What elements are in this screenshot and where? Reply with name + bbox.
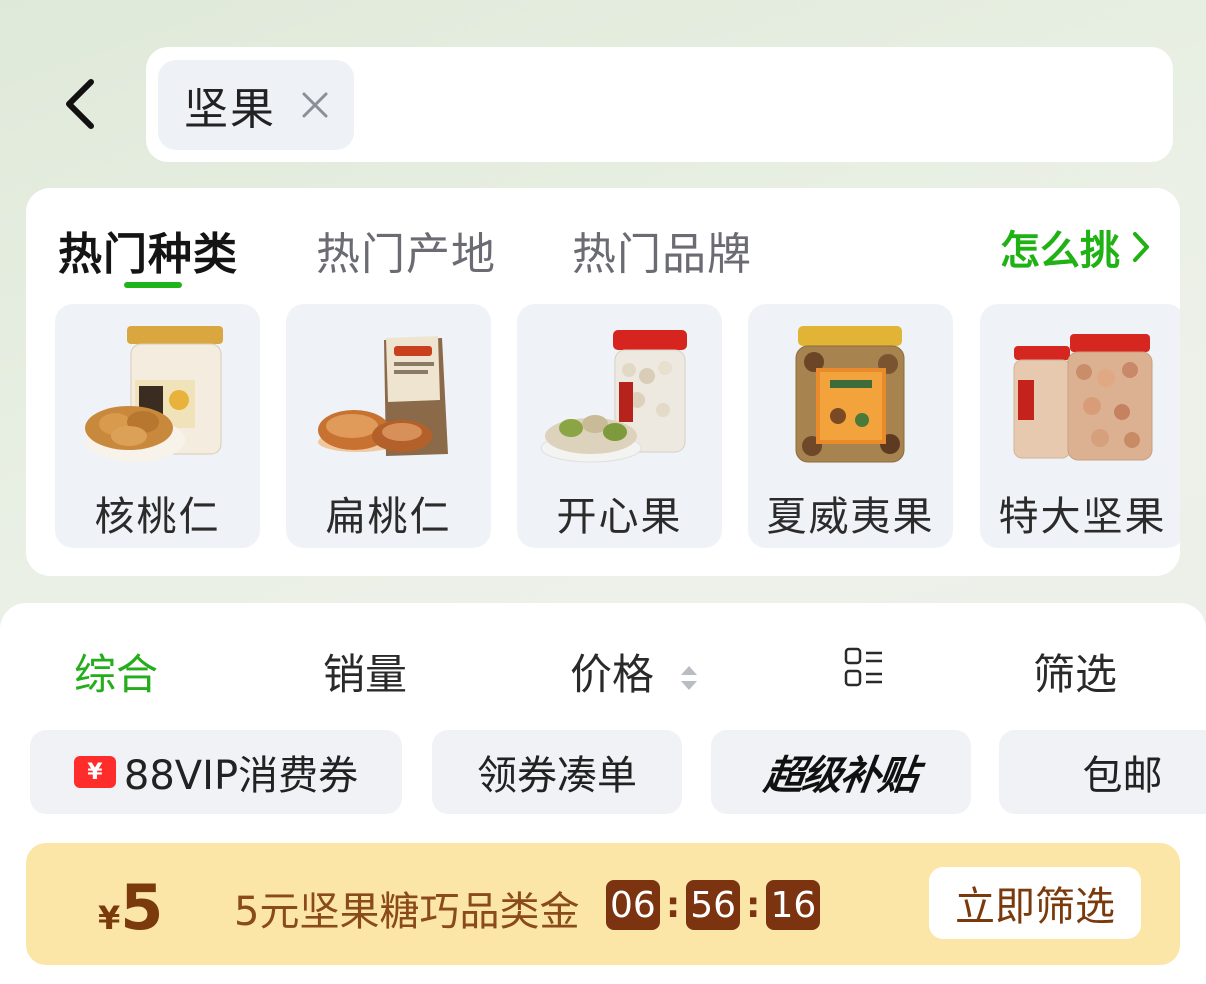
cashew-jar-image xyxy=(1013,334,1153,461)
tab-label: 热门产地 xyxy=(316,229,496,280)
sort-sales[interactable]: 销量 xyxy=(323,641,407,702)
countdown-timer: 06 : 56 : 16 xyxy=(606,880,821,930)
category-item-label: 扁桃仁 xyxy=(325,494,452,540)
close-icon[interactable] xyxy=(300,90,330,120)
back-button[interactable] xyxy=(56,76,104,132)
category-item-pistachio[interactable]: 开心果 xyxy=(517,304,722,548)
category-card: 热门种类 热门产地 热门品牌 怎么挑 核桃仁 扁桃仁 开心果 夏威夷果 特大坚果 xyxy=(26,188,1180,576)
timer-minutes: 56 xyxy=(686,880,741,930)
category-item-almond[interactable]: 扁桃仁 xyxy=(286,304,491,548)
timer-separator: : xyxy=(665,884,681,926)
back-arrow-icon xyxy=(66,79,94,129)
sort-sales-label: 销量 xyxy=(323,650,408,699)
promo-amount-value: 5 xyxy=(120,871,164,944)
search-tag-label: 坚果 xyxy=(184,84,276,135)
chevron-right-icon xyxy=(1133,232,1149,262)
sort-comprehensive[interactable]: 综合 xyxy=(74,641,158,702)
promo-text: 5元坚果糖巧品类金 xyxy=(234,889,580,935)
timer-hours: 06 xyxy=(606,880,660,930)
grid-layout-icon[interactable] xyxy=(844,647,884,687)
category-item-label: 开心果 xyxy=(556,494,683,540)
category-items: 核桃仁 扁桃仁 开心果 夏威夷果 特大坚果 xyxy=(55,304,1180,548)
currency-symbol: ¥ xyxy=(98,899,121,937)
filter-button[interactable]: 筛选 xyxy=(1033,641,1117,702)
super-subsidy-chip[interactable]: 超级补贴 xyxy=(711,730,971,814)
sort-price[interactable]: 价格 xyxy=(570,641,699,702)
walnut-jar-image xyxy=(85,326,223,462)
combine-coupon-label: 领券凑单 xyxy=(477,753,637,799)
macadamia-jar-image xyxy=(795,326,905,463)
tab-popular-brands[interactable]: 热门品牌 xyxy=(572,218,752,282)
timer-separator: : xyxy=(746,884,761,926)
category-item-macadamia[interactable]: 夏威夷果 xyxy=(748,304,953,548)
how-to-pick-link[interactable]: 怎么挑 xyxy=(1000,218,1150,276)
promo-banner: ¥5 5元坚果糖巧品类金 06 : 56 : 16 立即筛选 xyxy=(26,843,1180,965)
tab-label: 热门种类 xyxy=(58,229,238,280)
pistachio-jar-image xyxy=(540,330,687,463)
category-item-cashew[interactable]: 特大坚果 xyxy=(980,304,1180,548)
sort-comprehensive-label: 综合 xyxy=(74,650,159,699)
free-shipping-chip[interactable]: 包邮 xyxy=(999,730,1206,814)
category-tabs: 热门种类 热门产地 热门品牌 xyxy=(58,210,1158,290)
tab-label: 热门品牌 xyxy=(572,229,752,280)
filter-now-button[interactable]: 立即筛选 xyxy=(929,867,1141,939)
category-item-walnut[interactable]: 核桃仁 xyxy=(55,304,260,548)
vip-coupon-chip[interactable]: ¥ 88VIP消费券 xyxy=(30,730,402,814)
sort-arrows-icon xyxy=(681,665,698,690)
almond-bag-image xyxy=(318,336,448,456)
promo-amount: ¥5 xyxy=(98,871,163,944)
sort-price-label: 价格 xyxy=(570,650,655,699)
vip-coupon-label: 88VIP消费券 xyxy=(123,753,359,799)
tab-popular-origins[interactable]: 热门产地 xyxy=(316,218,496,282)
tab-popular-types[interactable]: 热门种类 xyxy=(58,218,238,288)
coupon-icon: ¥ xyxy=(73,756,116,788)
free-shipping-label: 包邮 xyxy=(1082,753,1163,799)
super-subsidy-logo: 超级补贴 xyxy=(761,753,920,799)
search-box[interactable]: 坚果 xyxy=(146,47,1173,162)
active-tab-underline xyxy=(124,282,182,288)
category-item-label: 核桃仁 xyxy=(94,494,221,540)
filter-label: 筛选 xyxy=(1033,650,1118,699)
timer-seconds: 16 xyxy=(766,880,821,930)
search-tag[interactable]: 坚果 xyxy=(158,60,354,150)
how-to-pick-label: 怎么挑 xyxy=(1000,228,1120,274)
category-item-label: 夏威夷果 xyxy=(766,494,935,540)
category-item-label: 特大坚果 xyxy=(998,494,1167,540)
combine-coupon-chip[interactable]: 领券凑单 xyxy=(432,730,682,814)
